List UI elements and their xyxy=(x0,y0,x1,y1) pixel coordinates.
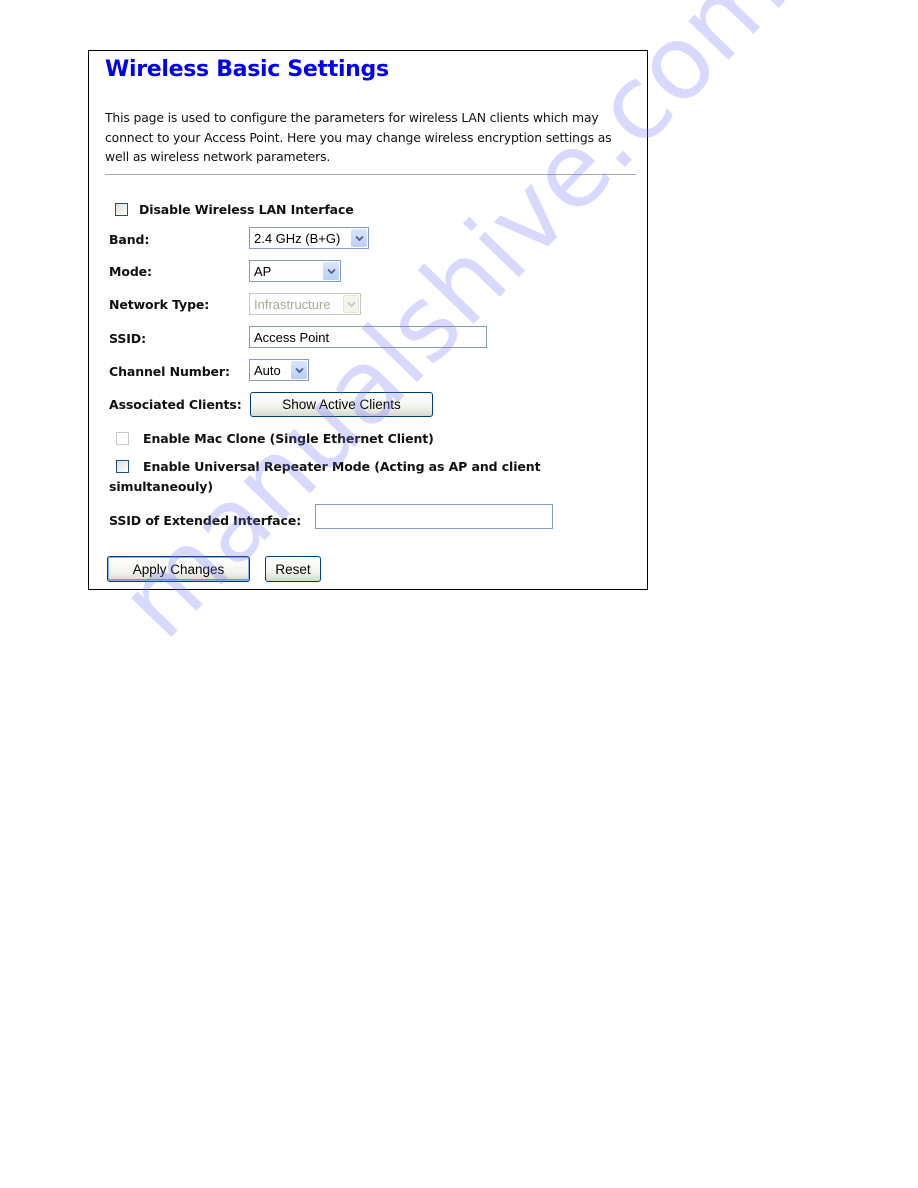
band-select[interactable]: 2.4 GHz (B+G) xyxy=(249,227,369,249)
extended-ssid-label: SSID of Extended Interface: xyxy=(109,513,302,528)
chevron-down-icon[interactable] xyxy=(323,262,339,280)
channel-number-value: Auto xyxy=(254,363,281,378)
universal-repeater-label: Enable Universal Repeater Mode (Acting a… xyxy=(143,459,541,474)
mac-clone-label: Enable Mac Clone (Single Ethernet Client… xyxy=(143,431,434,446)
extended-ssid-input[interactable] xyxy=(315,504,553,529)
divider xyxy=(105,174,636,175)
channel-number-select[interactable]: Auto xyxy=(249,359,309,381)
network-type-value: Infrastructure xyxy=(254,297,331,312)
universal-repeater-label-continued: simultaneouly) xyxy=(109,479,213,494)
ssid-label: SSID: xyxy=(109,331,146,346)
universal-repeater-checkbox[interactable] xyxy=(116,460,129,473)
chevron-down-icon[interactable] xyxy=(351,229,367,247)
ssid-input[interactable] xyxy=(249,326,487,348)
band-label: Band: xyxy=(109,232,150,247)
mode-select[interactable]: AP xyxy=(249,260,341,282)
wireless-basic-settings-panel: Wireless Basic Settings This page is use… xyxy=(88,50,648,590)
disable-wlan-checkbox[interactable] xyxy=(115,203,128,216)
chevron-down-icon xyxy=(343,295,359,313)
network-type-label: Network Type: xyxy=(109,297,210,312)
channel-number-label: Channel Number: xyxy=(109,364,230,379)
page-description: This page is used to configure the param… xyxy=(105,110,612,164)
associated-clients-label: Associated Clients: xyxy=(109,397,242,412)
mode-label: Mode: xyxy=(109,264,152,279)
network-type-select[interactable]: Infrastructure xyxy=(249,293,361,315)
mode-value: AP xyxy=(254,264,272,279)
page-title: Wireless Basic Settings xyxy=(105,57,389,82)
disable-wlan-label: Disable Wireless LAN Interface xyxy=(139,202,354,217)
chevron-down-icon[interactable] xyxy=(291,361,307,379)
apply-changes-button[interactable]: Apply Changes xyxy=(107,556,250,582)
band-value: 2.4 GHz (B+G) xyxy=(254,231,341,246)
show-active-clients-button[interactable]: Show Active Clients xyxy=(250,392,433,417)
mac-clone-checkbox[interactable] xyxy=(116,432,129,445)
reset-button[interactable]: Reset xyxy=(265,556,321,582)
